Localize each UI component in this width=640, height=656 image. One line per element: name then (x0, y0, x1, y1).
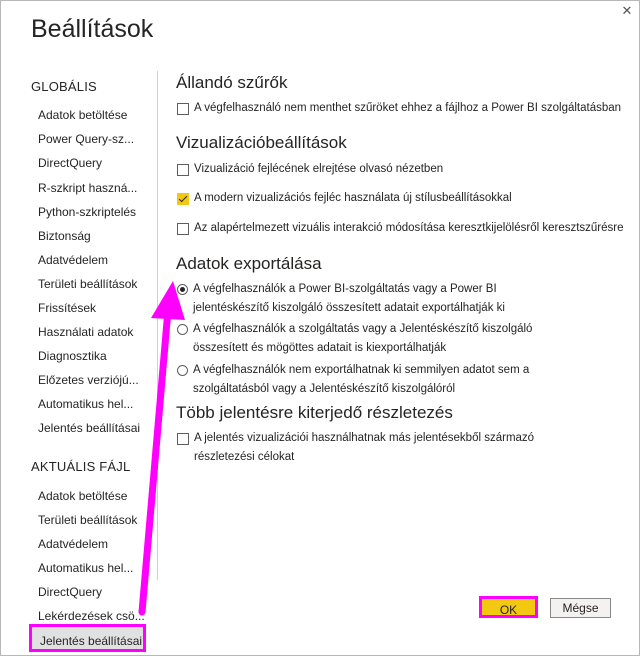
sidebar-item-file-directquery[interactable]: DirectQuery (38, 585, 102, 599)
checkbox[interactable] (177, 164, 189, 176)
sidebar-item-usage-data[interactable]: Használati adatok (38, 325, 133, 339)
sidebar-divider (157, 71, 158, 580)
option-label: A végfelhasználó nem menthet szűröket eh… (194, 102, 622, 114)
cancel-button[interactable]: Mégse (550, 598, 611, 618)
checkbox[interactable] (177, 433, 189, 445)
checkbox-checked[interactable] (177, 193, 189, 205)
dialog-title: Beállítások (31, 15, 154, 43)
sidebar-item-auto-recovery[interactable]: Automatikus hel... (38, 397, 133, 411)
radio-label-line2: szolgáltatásból vagy a Jelentéskészítő k… (193, 383, 456, 395)
radio-label-line1: A végfelhasználók a Power BI-szolgáltatá… (193, 283, 497, 295)
radio-button-selected[interactable] (177, 284, 188, 295)
sidebar-item-security[interactable]: Biztonság (38, 229, 91, 243)
section-title-export-data: Adatok exportálása (176, 254, 322, 273)
section-title-persistent-filters: Állandó szűrők (176, 73, 288, 92)
sidebar-item-report-settings-global[interactable]: Jelentés beállításai (38, 421, 140, 435)
radio-label-line2: összesített és mögöttes adatait is kiexp… (193, 342, 447, 354)
radio-label: A végfelhasználók a Power BI-szolgáltatá… (193, 280, 593, 318)
option-label-line2: részletezési célokat (194, 451, 295, 463)
sidebar-item-updates[interactable]: Frissítések (38, 301, 96, 315)
section-title-cross-report: Több jelentésre kiterjedő részletezés (176, 403, 453, 422)
sidebar-item-preview[interactable]: Előzetes verziójú... (38, 373, 139, 387)
ok-button[interactable]: OK (479, 596, 538, 618)
radio-button[interactable] (177, 324, 188, 335)
sidebar-item-file-query-reduction[interactable]: Lekérdezések csö... (38, 609, 145, 623)
sidebar-item-file-data-load[interactable]: Adatok betöltése (38, 489, 127, 503)
sidebar-header-global: GLOBÁLIS (31, 79, 97, 94)
sidebar-item-diagnostics[interactable]: Diagnosztika (38, 349, 107, 363)
close-icon[interactable]: ✕ (619, 3, 635, 19)
sidebar-header-current-file: AKTUÁLIS FÁJL (31, 459, 131, 474)
checkbox[interactable] (177, 103, 189, 115)
radio-button[interactable] (177, 365, 188, 376)
radio-label-line1: A végfelhasználók a szolgáltatás vagy a … (193, 323, 533, 335)
radio-label: A végfelhasználók nem exportálhatnak ki … (193, 361, 593, 399)
option-label: Az alapértelmezett vizuális interakció m… (194, 222, 624, 234)
option-label-line1: A jelentés vizualizációi használhatnak m… (194, 432, 535, 444)
sidebar-item-file-report-settings[interactable]: Jelentés beállításai (29, 624, 146, 652)
radio-label-line1: A végfelhasználók nem exportálhatnak ki … (193, 364, 530, 376)
settings-dialog: ✕ Beállítások GLOBÁLIS Adatok betöltése … (0, 0, 640, 656)
radio-label: A végfelhasználók a szolgáltatás vagy a … (193, 320, 593, 358)
option-label: A modern vizualizációs fejléc használata… (194, 192, 512, 204)
radio-label-line2: jelentéskészítő kiszolgáló összesített a… (193, 302, 505, 314)
checkbox[interactable] (177, 223, 189, 235)
sidebar-item-r-script[interactable]: R-szkript haszná... (38, 181, 137, 195)
sidebar-item-privacy[interactable]: Adatvédelem (38, 253, 108, 267)
sidebar-item-file-regional[interactable]: Területi beállítások (38, 513, 137, 527)
sidebar-item-power-query[interactable]: Power Query-sz... (38, 132, 134, 146)
sidebar-item-regional[interactable]: Területi beállítások (38, 277, 137, 291)
sidebar-item-file-privacy[interactable]: Adatvédelem (38, 537, 108, 551)
sidebar-item-data-load[interactable]: Adatok betöltése (38, 108, 127, 122)
option-label: A jelentés vizualizációi használhatnak m… (194, 429, 594, 467)
option-label: Vizualizáció fejlécének elrejtése olvasó… (194, 163, 444, 175)
sidebar-item-python[interactable]: Python-szkriptelés (38, 205, 136, 219)
sidebar-item-file-auto-recovery[interactable]: Automatikus hel... (38, 561, 133, 575)
sidebar-item-directquery[interactable]: DirectQuery (38, 156, 102, 170)
section-title-visual-settings: Vizualizációbeállítások (176, 133, 347, 152)
